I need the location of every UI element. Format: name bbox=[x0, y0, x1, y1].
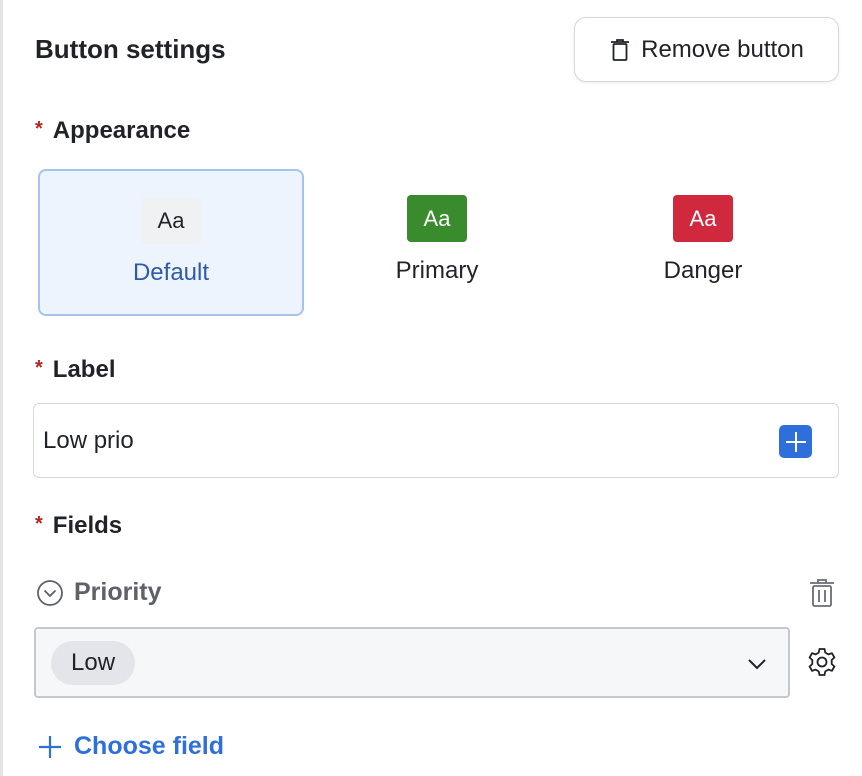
primary-swatch: Aa bbox=[407, 195, 467, 242]
remove-button[interactable]: Remove button bbox=[574, 17, 839, 82]
panel-title: Button settings bbox=[35, 34, 226, 64]
gear-icon[interactable] bbox=[806, 646, 838, 678]
required-mark: * bbox=[35, 513, 43, 535]
appearance-label: * Appearance bbox=[35, 117, 191, 144]
plus-icon bbox=[39, 735, 61, 758]
default-swatch: Aa bbox=[141, 197, 201, 244]
remove-button-label: Remove button bbox=[641, 35, 804, 63]
choose-field-button[interactable]: Choose field bbox=[38, 732, 224, 761]
label-input[interactable]: Low prio bbox=[33, 403, 839, 478]
appearance-option-label: Danger bbox=[663, 257, 743, 284]
label-field-label: * Label bbox=[35, 356, 116, 383]
panel-left-border bbox=[0, 0, 3, 776]
field-toggle-priority[interactable]: Priority bbox=[36, 578, 162, 607]
appearance-option-default[interactable]: Aa Default bbox=[38, 169, 304, 316]
appearance-option-label: Default bbox=[132, 259, 210, 286]
required-mark: * bbox=[35, 118, 43, 140]
appearance-option-primary[interactable]: Aa Primary bbox=[304, 169, 570, 316]
label-input-value: Low prio bbox=[43, 426, 134, 454]
field-name: Priority bbox=[74, 578, 162, 606]
delete-field-icon[interactable] bbox=[808, 578, 836, 608]
appearance-options: Aa Default Aa Primary Aa Danger bbox=[38, 169, 838, 317]
insert-variable-button[interactable] bbox=[779, 425, 812, 458]
fields-label: * Fields bbox=[35, 512, 123, 539]
danger-swatch: Aa bbox=[673, 195, 733, 242]
appearance-option-label: Primary bbox=[395, 257, 479, 284]
trash-icon bbox=[611, 38, 630, 61]
appearance-option-danger[interactable]: Aa Danger bbox=[570, 169, 836, 316]
chevron-down-icon bbox=[748, 659, 766, 670]
chevron-circle-icon bbox=[37, 579, 63, 606]
plus-icon bbox=[785, 431, 806, 452]
selected-value-chip: Low bbox=[51, 640, 136, 685]
required-mark: * bbox=[35, 357, 43, 379]
choose-field-label: Choose field bbox=[74, 732, 225, 760]
field-value-select[interactable]: Low bbox=[34, 627, 790, 698]
